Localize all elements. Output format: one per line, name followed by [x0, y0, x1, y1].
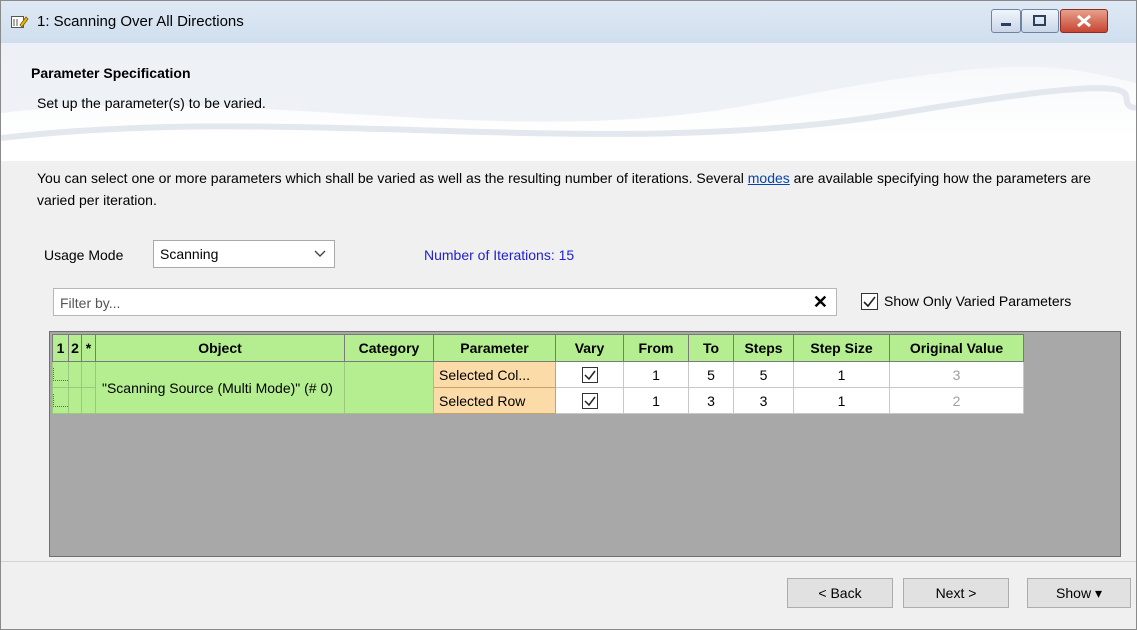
minimize-icon [1001, 23, 1011, 26]
column-header-category[interactable]: Category [344, 334, 434, 362]
column-header-original-value[interactable]: Original Value [889, 334, 1024, 362]
column-header-to[interactable]: To [688, 334, 734, 362]
section-title: Parameter Specification [31, 65, 191, 81]
checkmark-icon [583, 370, 596, 381]
tree-cell [68, 387, 82, 414]
maximize-icon [1033, 15, 1046, 26]
close-button[interactable] [1060, 9, 1108, 33]
close-icon [1077, 14, 1091, 28]
title-bar[interactable]: 1: Scanning Over All Directions [1, 1, 1136, 43]
from-cell[interactable]: 1 [623, 387, 689, 414]
column-header-step-size[interactable]: Step Size [793, 334, 890, 362]
wizard-app-icon [11, 16, 29, 28]
vary-checkbox[interactable] [581, 393, 598, 410]
tree-cell [52, 361, 69, 388]
steps-cell[interactable]: 3 [733, 387, 794, 414]
chevron-down-icon [314, 250, 326, 257]
wizard-window: 1: Scanning Over All Directions Paramete… [0, 0, 1137, 630]
checkmark-icon [583, 396, 596, 407]
column-header-vary[interactable]: Vary [555, 334, 624, 362]
column-header-parameter[interactable]: Parameter [433, 334, 556, 362]
category-cell[interactable] [344, 361, 434, 414]
column-header[interactable]: * [81, 334, 96, 362]
iterations-count: Number of Iterations: 15 [424, 247, 575, 263]
tree-line-icon [53, 368, 68, 381]
tree-cell [68, 361, 82, 388]
description-text: You can select one or more parameters wh… [37, 170, 1091, 208]
column-header-steps[interactable]: Steps [733, 334, 794, 362]
parameter-grid: 1 2 * Object Category Parameter Vary Fro… [49, 331, 1121, 557]
usage-mode-select[interactable]: Scanning [153, 240, 335, 268]
steps-cell[interactable]: 5 [733, 361, 794, 388]
clear-filter-icon[interactable]: ✕ [813, 292, 828, 313]
original-value-cell: 3 [889, 361, 1024, 388]
back-button[interactable]: < Back [787, 578, 893, 608]
window-title: 1: Scanning Over All Directions [37, 13, 244, 30]
to-cell[interactable]: 5 [688, 361, 734, 388]
maximize-button[interactable] [1021, 9, 1059, 33]
usage-mode-label: Usage Mode [44, 247, 124, 263]
vary-checkbox[interactable] [581, 367, 598, 384]
step-size-cell[interactable]: 1 [793, 361, 890, 388]
table-header-row: 1 2 * Object Category Parameter Vary Fro… [52, 334, 1024, 362]
object-cell[interactable]: "Scanning Source (Multi Mode)" (# 0) [95, 361, 345, 414]
parameter-cell[interactable]: Selected Col... [433, 361, 556, 388]
from-cell[interactable]: 1 [623, 361, 689, 388]
table-row[interactable]: "Scanning Source (Multi Mode)" (# 0) Sel… [52, 361, 1024, 414]
checkmark-icon [863, 296, 876, 308]
footer-separator [1, 561, 1136, 562]
modes-link[interactable]: modes [748, 170, 790, 186]
step-size-cell[interactable]: 1 [793, 387, 890, 414]
usage-mode-value: Scanning [160, 246, 219, 262]
show-only-varied-checkbox[interactable] [861, 293, 878, 310]
column-header-object[interactable]: Object [95, 334, 345, 362]
column-header-from[interactable]: From [623, 334, 689, 362]
column-header[interactable]: 1 [52, 334, 69, 362]
filter-box: ✕ [53, 288, 837, 316]
vary-cell[interactable] [555, 387, 624, 414]
parameter-table: 1 2 * Object Category Parameter Vary Fro… [52, 334, 1024, 414]
to-cell[interactable]: 3 [688, 387, 734, 414]
parameter-cell[interactable]: Selected Row [433, 387, 556, 414]
tree-cell [81, 387, 96, 414]
show-button[interactable]: Show ▾ [1027, 578, 1131, 608]
section-subtitle: Set up the parameter(s) to be varied. [37, 95, 266, 111]
tree-cell [52, 387, 69, 414]
minimize-button[interactable] [991, 9, 1021, 33]
tree-line-icon [53, 394, 68, 407]
next-button[interactable]: Next > [903, 578, 1009, 608]
tree-cell [81, 361, 96, 388]
vary-cell[interactable] [555, 361, 624, 388]
show-only-varied-label: Show Only Varied Parameters [884, 293, 1072, 309]
column-header[interactable]: 2 [68, 334, 82, 362]
original-value-cell: 2 [889, 387, 1024, 414]
filter-input[interactable] [58, 292, 802, 314]
